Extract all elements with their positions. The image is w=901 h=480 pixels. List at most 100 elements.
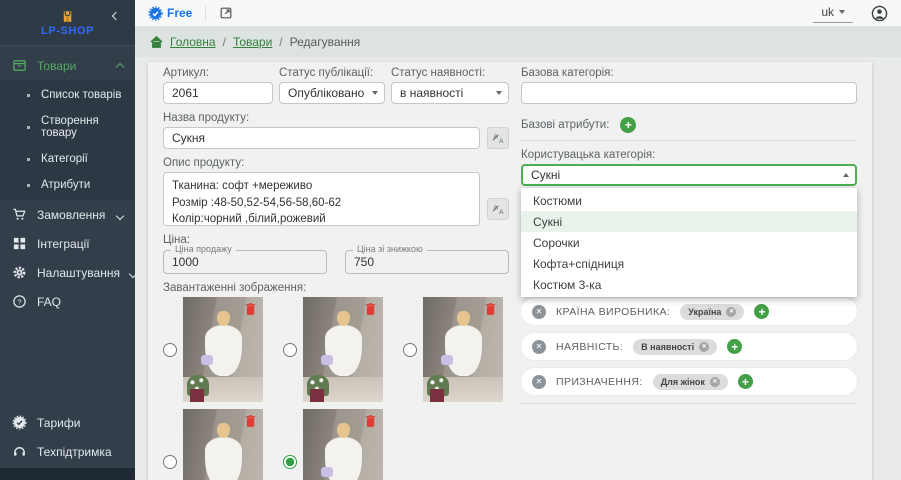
- image-item: [163, 297, 263, 402]
- chevron-up-icon: [843, 173, 849, 177]
- image-radio[interactable]: [403, 343, 417, 357]
- discount-price-field: Ціна зі знижкою: [345, 250, 509, 274]
- add-base-attribute-button[interactable]: [620, 117, 636, 133]
- sidebar-item-orders[interactable]: Замовлення: [0, 200, 135, 229]
- dropdown-option[interactable]: Костюми: [521, 190, 857, 211]
- product-name-label: Назва продукту:: [163, 112, 509, 124]
- chevron-down-icon: [117, 208, 123, 222]
- breadcrumb-home-link[interactable]: Головна: [170, 35, 216, 49]
- chevron-left-icon: [112, 12, 120, 20]
- remove-tag-button[interactable]: [710, 377, 720, 387]
- sidebar-item-product-list[interactable]: Список товарів: [0, 82, 135, 108]
- publish-status-select[interactable]: Опубліковано: [279, 82, 385, 104]
- cart-icon: [12, 207, 27, 222]
- products-submenu: Список товарів Створення товару Категорі…: [0, 80, 135, 200]
- trash-icon: [246, 415, 255, 427]
- sidebar-item-support[interactable]: Техпідтримка: [0, 437, 135, 466]
- plan-badge[interactable]: Free: [148, 6, 192, 21]
- sidebar-item-faq[interactable]: ? FAQ: [0, 287, 135, 316]
- delete-image-button[interactable]: [486, 303, 495, 315]
- image-radio-selected[interactable]: [283, 455, 297, 469]
- custom-category-label: Користувацька категорія:: [521, 149, 857, 161]
- sidebar-item-categories[interactable]: Категорії: [0, 146, 135, 172]
- breadcrumb-products-link[interactable]: Товари: [233, 35, 272, 49]
- bullet-icon: [27, 126, 30, 129]
- description-textarea[interactable]: Тканина: софт +мереживо Розмір :48-50,52…: [163, 172, 480, 226]
- dropdown-option[interactable]: Костюм 3-ка: [521, 274, 857, 295]
- attribute-row-purpose: ПРИЗНАЧЕННЯ: Для жінок: [521, 368, 857, 395]
- product-name-input[interactable]: [163, 127, 480, 149]
- custom-category-select[interactable]: Сукні: [521, 164, 857, 186]
- remove-attribute-button[interactable]: [532, 305, 546, 319]
- image-radio[interactable]: [163, 343, 177, 357]
- verified-badge-icon: [148, 6, 163, 21]
- add-attribute-value-button[interactable]: [754, 304, 769, 319]
- divider: [521, 403, 857, 404]
- product-photo: [183, 297, 263, 402]
- stock-status-label: Статус наявності:: [391, 67, 509, 79]
- image-radio[interactable]: [163, 455, 177, 469]
- chevron-up-icon: [117, 59, 123, 73]
- image-item: [163, 409, 263, 480]
- sidebar-nav: Товари Список товарів Створення товару К…: [0, 46, 135, 408]
- product-photo: [183, 409, 263, 480]
- delete-image-button[interactable]: [246, 415, 255, 427]
- custom-category-value: Сукні: [531, 168, 560, 182]
- breadcrumb-current: Редагування: [290, 35, 361, 49]
- external-link-icon: [219, 6, 233, 20]
- image-radio[interactable]: [283, 343, 297, 357]
- sidebar-item-settings[interactable]: Налаштування: [0, 258, 135, 287]
- sidebar-item-products[interactable]: Товари: [0, 51, 135, 80]
- attribute-tag: Для жінок: [653, 374, 728, 390]
- remove-attribute-button[interactable]: [532, 375, 546, 389]
- chevron-down-icon: [372, 91, 378, 95]
- translate-name-button[interactable]: A A: [487, 127, 509, 149]
- bullet-icon: [27, 94, 30, 97]
- base-attributes-label: Базові атрибути:: [521, 119, 609, 131]
- translate-description-button[interactable]: A A: [487, 198, 509, 220]
- remove-tag-button[interactable]: [726, 307, 736, 317]
- delete-image-button[interactable]: [366, 303, 375, 315]
- add-attribute-value-button[interactable]: [727, 339, 742, 354]
- remove-tag-button[interactable]: [699, 342, 709, 352]
- description-label: Опис продукту:: [163, 157, 509, 169]
- sidebar-bottom: Тарифи Техпідтримка: [0, 408, 135, 468]
- product-photo: [423, 297, 503, 402]
- sidebar-item-label: FAQ: [37, 295, 61, 309]
- discount-price-input[interactable]: [346, 251, 508, 273]
- translate-icon: A A: [492, 203, 505, 216]
- trash-icon: [486, 303, 495, 315]
- dropdown-option[interactable]: Сорочки: [521, 232, 857, 253]
- stock-status-select[interactable]: в наявності: [391, 82, 509, 104]
- stock-status-value: в наявності: [400, 86, 463, 100]
- attribute-name: НАЯВНІСТЬ:: [556, 341, 623, 353]
- attribute-tag-label: Для жінок: [661, 377, 705, 387]
- sidebar-item-tariffs[interactable]: Тарифи: [0, 408, 135, 437]
- sidebar-item-integrations[interactable]: Інтеграції: [0, 229, 135, 258]
- breadcrumb: Головна / Товари / Редагування: [135, 27, 901, 57]
- delete-image-button[interactable]: [366, 415, 375, 427]
- attribute-name: КРАЇНА ВИРОБНИКА:: [556, 306, 670, 318]
- base-category-input[interactable]: [521, 82, 857, 104]
- sku-input[interactable]: [163, 82, 273, 104]
- attribute-tag-label: Україна: [688, 307, 721, 317]
- add-attribute-value-button[interactable]: [738, 374, 753, 389]
- main-content: Артикул: Статус публікації: Опубліковано…: [135, 57, 901, 480]
- sidebar-collapse-button[interactable]: [113, 8, 125, 20]
- publish-status-label: Статус публікації:: [279, 67, 385, 79]
- sale-price-input[interactable]: [164, 251, 326, 273]
- sidebar-item-label: Тарифи: [37, 416, 80, 430]
- remove-attribute-button[interactable]: [532, 340, 546, 354]
- sidebar-item-create-product[interactable]: Створення товару: [0, 108, 135, 146]
- svg-text:A: A: [499, 138, 504, 145]
- user-menu-button[interactable]: [871, 5, 888, 22]
- sale-price-label: Ціна продажу: [171, 244, 236, 254]
- language-select[interactable]: uk: [813, 3, 853, 23]
- sidebar-item-attributes[interactable]: Атрибути: [0, 172, 135, 198]
- dropdown-option-selected[interactable]: Сукні: [521, 211, 857, 232]
- dropdown-option[interactable]: Кофта+спідниця: [521, 253, 857, 274]
- delete-image-button[interactable]: [246, 303, 255, 315]
- open-storefront-button[interactable]: [219, 6, 233, 20]
- avatar-icon: [871, 5, 888, 22]
- headset-icon: [12, 444, 27, 459]
